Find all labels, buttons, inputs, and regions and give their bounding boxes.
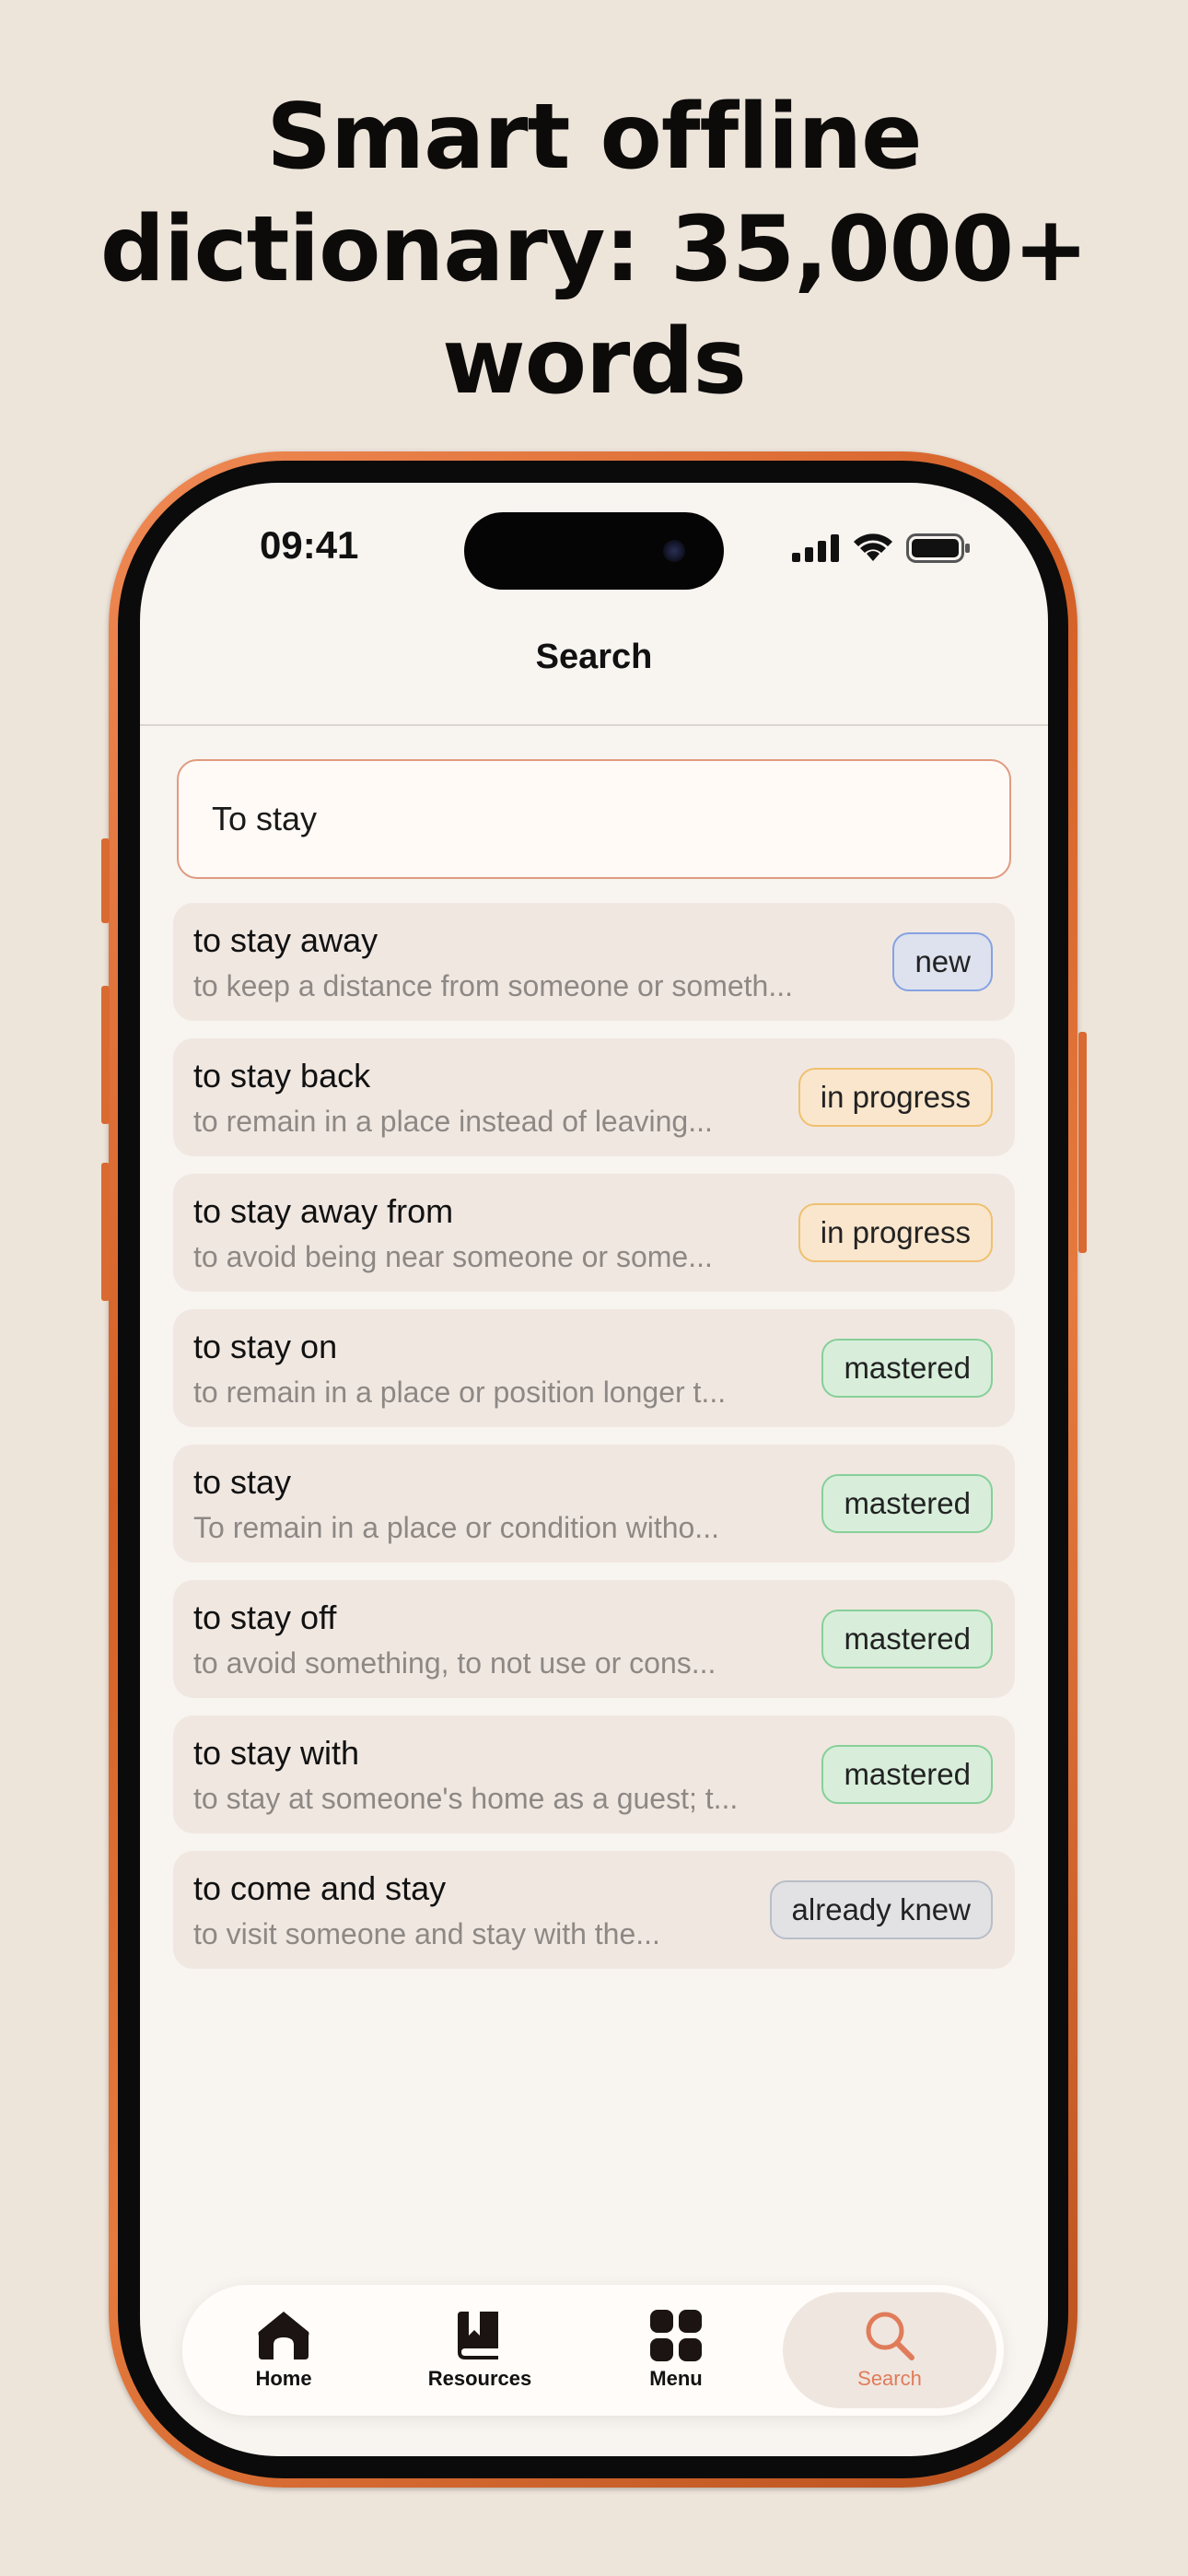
list-item-word: to stay away xyxy=(193,921,379,959)
page-title: Search xyxy=(535,638,653,676)
phone-volume-down-button xyxy=(101,1163,110,1301)
list-item[interactable]: to stay back to remain in a place instea… xyxy=(173,1038,1015,1156)
search-icon xyxy=(866,2312,914,2360)
list-item-definition: to avoid something, to not use or cons..… xyxy=(193,1646,716,1680)
list-item-word: to come and stay xyxy=(193,1869,447,1907)
dynamic-island xyxy=(464,512,724,590)
status-badge: new xyxy=(892,932,993,991)
list-item-definition: to remain in a place or position longer … xyxy=(193,1376,727,1409)
tab-home[interactable]: Home xyxy=(182,2292,385,2408)
list-item-word: to stay away from xyxy=(193,1192,454,1230)
list-item[interactable]: to stay with to stay at someone's home a… xyxy=(173,1715,1015,1833)
list-item[interactable]: to stay on to remain in a place or posit… xyxy=(173,1309,1015,1427)
status-badge: mastered xyxy=(821,1745,993,1804)
search-input[interactable]: To stay xyxy=(177,759,1011,879)
tab-search[interactable]: Search xyxy=(783,2292,996,2408)
marketing-headline: Smart offline dictionary: 35,000+ words xyxy=(99,85,1089,415)
list-item[interactable]: to stay To remain in a place or conditio… xyxy=(173,1445,1015,1563)
list-item-word: to stay with xyxy=(193,1734,360,1772)
tab-menu[interactable]: Menu xyxy=(575,2292,777,2408)
list-item[interactable]: to stay away from to avoid being near so… xyxy=(173,1174,1015,1292)
status-icons xyxy=(792,533,971,564)
status-badge: in progress xyxy=(798,1068,993,1127)
list-item-definition: to visit someone and stay with the... xyxy=(193,1917,660,1950)
list-item[interactable]: to stay away to keep a distance from som… xyxy=(173,903,1015,1021)
list-item-definition: to remain in a place instead of leaving.… xyxy=(193,1105,713,1138)
list-item[interactable]: to stay off to avoid something, to not u… xyxy=(173,1580,1015,1698)
camera-icon xyxy=(663,540,685,562)
list-item-definition: To remain in a place or condition witho.… xyxy=(193,1511,719,1544)
nav-divider xyxy=(140,724,1048,726)
list-item-definition: to stay at someone's home as a guest; t.… xyxy=(193,1782,739,1815)
phone-volume-up-button xyxy=(101,986,110,1124)
tab-label: Search xyxy=(857,2367,922,2390)
status-badge: already knew xyxy=(769,1880,993,1939)
list-item-word: to stay xyxy=(193,1463,292,1501)
status-badge: mastered xyxy=(821,1339,993,1398)
tab-label: Home xyxy=(255,2367,312,2390)
phone-power-button xyxy=(1078,1032,1087,1253)
grid-icon xyxy=(650,2310,702,2361)
battery-icon xyxy=(906,533,970,563)
house-icon xyxy=(258,2312,309,2359)
tab-label: Menu xyxy=(649,2367,703,2390)
wifi-icon xyxy=(854,533,892,561)
list-item-word: to stay off xyxy=(193,1598,337,1636)
list-item-word: to stay on xyxy=(193,1328,338,1365)
list-item-word: to stay back xyxy=(193,1057,371,1095)
status-badge: mastered xyxy=(821,1474,993,1533)
list-item[interactable]: to come and stay to visit someone and st… xyxy=(173,1851,1015,1969)
status-time: 09:41 xyxy=(260,523,359,567)
status-badge: mastered xyxy=(821,1610,993,1669)
phone-screen: 09:41 Search To stay to stay away to kee… xyxy=(140,483,1048,2456)
cellular-signal-icon xyxy=(792,534,839,562)
list-item-definition: to avoid being near someone or some... xyxy=(193,1240,713,1273)
tab-bar: Home Resources Menu Search xyxy=(182,2285,1004,2416)
tab-label: Resources xyxy=(427,2367,532,2390)
list-item-definition: to keep a distance from someone or somet… xyxy=(193,969,793,1002)
tab-resources[interactable]: Resources xyxy=(379,2292,581,2408)
status-badge: in progress xyxy=(798,1203,993,1262)
book-icon xyxy=(458,2312,498,2359)
result-list: to stay away to keep a distance from som… xyxy=(173,903,1015,1986)
phone-action-button xyxy=(101,838,110,923)
